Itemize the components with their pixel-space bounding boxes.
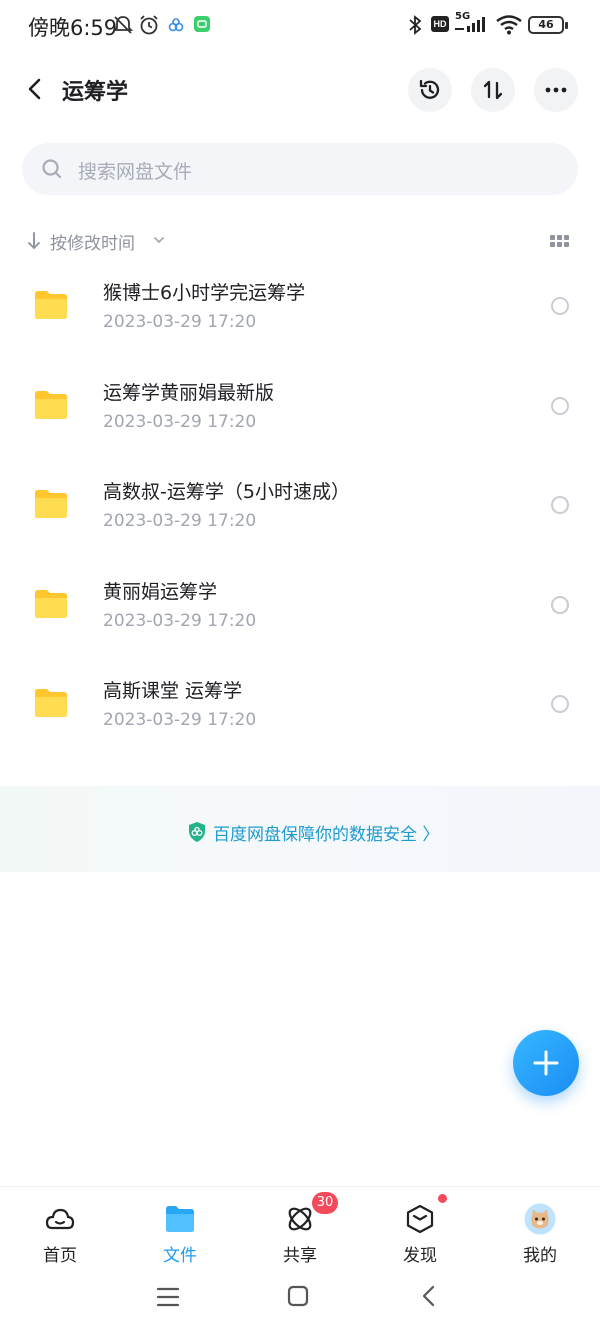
history-button[interactable]: [408, 68, 452, 112]
menu-icon[interactable]: [156, 1286, 180, 1308]
grid-view-icon[interactable]: [550, 234, 570, 248]
more-button[interactable]: [534, 68, 578, 112]
folder-icon: [35, 490, 67, 518]
sort-arrows-icon: [483, 80, 503, 100]
chevron-left-icon[interactable]: [20, 74, 50, 104]
bell-muted-icon: [112, 16, 134, 34]
search-icon: [42, 159, 62, 179]
file-name: 高斯课堂 运筹学: [103, 680, 243, 702]
battery-indicator: 46: [528, 16, 568, 34]
add-button[interactable]: [513, 1030, 579, 1096]
file-list: 猴博士6小时学完运筹学 2023-03-29 17:20 运筹学黄丽娟最新版 2…: [0, 262, 600, 760]
select-radio[interactable]: [551, 496, 569, 514]
status-bar: 傍晚6:59 HD 5G 46: [0, 0, 600, 52]
arrow-down-icon[interactable]: [26, 230, 42, 252]
list-item[interactable]: 运筹学黄丽娟最新版 2023-03-29 17:20: [0, 362, 600, 462]
list-item[interactable]: 黄丽娟运筹学 2023-03-29 17:20: [0, 561, 600, 661]
list-item[interactable]: 高数叔-运筹学（5小时速成） 2023-03-29 17:20: [0, 461, 600, 561]
hd-icon: HD: [431, 16, 449, 32]
list-item[interactable]: 高斯课堂 运筹学 2023-03-29 17:20: [0, 660, 600, 760]
file-date: 2023-03-29 17:20: [103, 312, 257, 332]
nav-profile[interactable]: 我的: [480, 1187, 600, 1269]
system-back-icon[interactable]: [418, 1284, 438, 1308]
app-notification-icon: [194, 16, 210, 32]
system-nav-bar: [0, 1268, 600, 1333]
nav-share[interactable]: 共享: [240, 1187, 360, 1269]
page-title: 运筹学: [62, 80, 129, 105]
folder-icon: [35, 390, 67, 419]
header: 运筹学: [0, 58, 600, 122]
select-radio[interactable]: [551, 396, 569, 415]
file-date: 2023-03-29 17:20: [103, 411, 257, 432]
search-input[interactable]: 搜索网盘文件: [22, 143, 578, 195]
folder-icon: [35, 589, 67, 618]
folder-icon: [35, 291, 67, 319]
file-name: 黄丽娟运筹学: [103, 580, 218, 603]
safety-banner-text: 百度网盘保障你的数据安全 〉: [213, 824, 440, 845]
folder-icon: [35, 689, 67, 717]
plus-icon: [533, 1050, 559, 1076]
discover-notification-dot: [438, 1194, 447, 1203]
signal-icon: [455, 17, 485, 32]
share-orbit-icon: [288, 1207, 312, 1231]
baidu-cloud-icon: [168, 18, 184, 32]
discover-cube-icon: [406, 1204, 434, 1234]
avatar-icon: [524, 1203, 556, 1235]
shield-icon: [189, 822, 205, 842]
nav-profile-label: 我的: [523, 1246, 557, 1266]
sort-label[interactable]: 按修改时间: [50, 229, 135, 254]
nav-share-label: 共享: [283, 1246, 317, 1266]
home-square-icon[interactable]: [287, 1285, 309, 1307]
wifi-icon: [496, 15, 522, 35]
file-name: 猴博士6小时学完运筹学: [103, 282, 306, 304]
alarm-icon: [140, 15, 158, 35]
file-date: 2023-03-29 17:20: [103, 710, 257, 730]
nav-discover[interactable]: 发现: [360, 1187, 480, 1269]
list-item[interactable]: 猴博士6小时学完运筹学 2023-03-29 17:20: [0, 262, 600, 362]
more-dots-icon: [545, 87, 567, 93]
share-count-badge: 30: [312, 1192, 338, 1214]
sort-toggle-button[interactable]: [471, 68, 515, 112]
history-icon: [419, 79, 440, 99]
nav-discover-label: 发现: [403, 1246, 437, 1266]
file-date: 2023-03-29 17:20: [103, 610, 257, 631]
nav-files-label: 文件: [163, 1246, 197, 1266]
file-date: 2023-03-29 17:20: [103, 511, 257, 531]
file-name: 高数叔-运筹学（5小时速成）: [103, 481, 350, 503]
nav-home[interactable]: 首页: [0, 1187, 120, 1269]
safety-banner[interactable]: 百度网盘保障你的数据安全 〉: [0, 786, 600, 872]
search-placeholder: 搜索网盘文件: [78, 161, 193, 183]
nav-home-label: 首页: [43, 1246, 77, 1266]
bottom-nav: 首页 文件 共享 发现 我的: [0, 1186, 600, 1268]
select-radio[interactable]: [551, 695, 569, 713]
nav-files[interactable]: 文件: [120, 1187, 240, 1269]
select-radio[interactable]: [551, 297, 569, 315]
bluetooth-icon: [409, 15, 422, 35]
select-radio[interactable]: [551, 595, 569, 614]
status-time: 傍晚6:59: [28, 16, 118, 40]
sort-row: 按修改时间: [0, 222, 600, 262]
chevron-down-icon[interactable]: [152, 235, 166, 245]
cloud-home-icon: [45, 1208, 75, 1230]
file-name: 运筹学黄丽娟最新版: [103, 381, 275, 404]
folder-tab-icon: [166, 1206, 194, 1232]
